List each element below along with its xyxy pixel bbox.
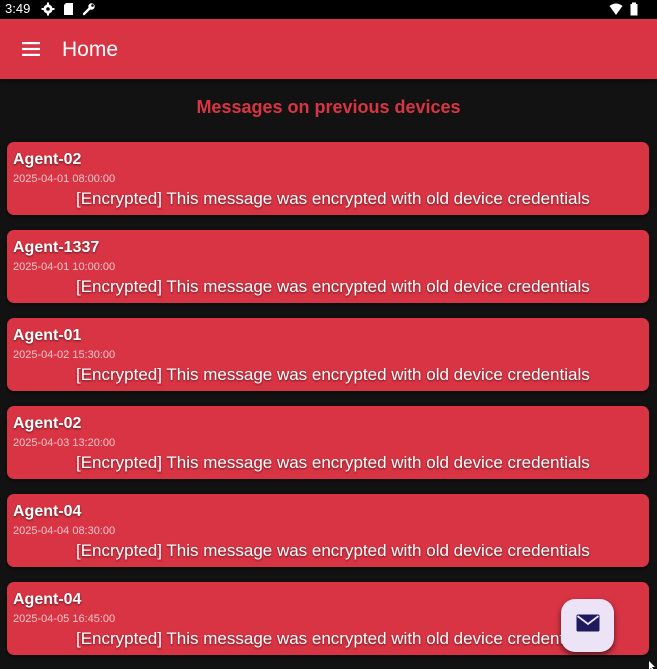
message-timestamp: 2025-04-01 08:00:00 bbox=[13, 173, 116, 185]
message-text: [Encrypted] This message was encrypted w… bbox=[76, 629, 590, 648]
sd-card-icon bbox=[62, 2, 76, 16]
status-time: 3:49 bbox=[5, 1, 31, 16]
message-sender: Agent-01 bbox=[13, 327, 82, 344]
battery-icon bbox=[627, 2, 641, 16]
message-timestamp: 2025-04-04 08:30:00 bbox=[13, 525, 116, 537]
message-text: [Encrypted] This message was encrypted w… bbox=[76, 277, 590, 296]
message-sender: Agent-04 bbox=[13, 591, 82, 608]
message-card[interactable]: Agent-04 2025-04-05 16:45:00 [Encrypted]… bbox=[7, 582, 649, 655]
wrench-icon bbox=[82, 2, 96, 16]
message-sender: Agent-1337 bbox=[13, 239, 100, 256]
section-heading: Messages on previous devices bbox=[196, 97, 461, 117]
message-text: [Encrypted] This message was encrypted w… bbox=[76, 365, 590, 384]
message-text: [Encrypted] This message was encrypted w… bbox=[76, 189, 590, 208]
wifi-icon bbox=[609, 2, 623, 16]
top-app-bar: Home bbox=[0, 19, 657, 79]
message-text: [Encrypted] This message was encrypted w… bbox=[76, 453, 590, 472]
hamburger-menu-icon[interactable] bbox=[14, 33, 48, 65]
message-list: Agent-02 2025-04-01 08:00:00 [Encrypted]… bbox=[7, 142, 649, 669]
message-sender: Agent-02 bbox=[13, 415, 82, 432]
message-timestamp: 2025-04-01 10:00:00 bbox=[13, 261, 116, 273]
message-card[interactable]: Agent-1337 2025-04-01 10:00:00 [Encrypte… bbox=[7, 230, 649, 303]
status-bar: 3:49 bbox=[0, 0, 657, 19]
message-timestamp: 2025-04-03 13:20:00 bbox=[13, 437, 116, 449]
page-title: Home bbox=[62, 38, 119, 61]
message-card[interactable]: Agent-04 2025-04-04 08:30:00 [Encrypted]… bbox=[7, 494, 649, 567]
resize-handle-icon bbox=[649, 658, 655, 669]
compose-message-button[interactable] bbox=[561, 599, 614, 652]
message-sender: Agent-02 bbox=[13, 151, 82, 168]
app-screen: 3:49 Home Messages on previous devices A… bbox=[0, 0, 657, 669]
message-text: [Encrypted] This message was encrypted w… bbox=[76, 541, 590, 560]
message-timestamp: 2025-04-02 15:30:00 bbox=[13, 349, 116, 361]
settings-icon bbox=[41, 2, 55, 16]
message-sender: Agent-04 bbox=[13, 503, 82, 520]
envelope-icon bbox=[576, 614, 600, 637]
message-card[interactable]: Agent-01 2025-04-02 15:30:00 [Encrypted]… bbox=[7, 318, 649, 391]
message-card[interactable]: Agent-02 2025-04-01 08:00:00 [Encrypted]… bbox=[7, 142, 649, 215]
message-timestamp: 2025-04-05 16:45:00 bbox=[13, 613, 116, 625]
message-card[interactable]: Agent-02 2025-04-03 13:20:00 [Encrypted]… bbox=[7, 406, 649, 479]
